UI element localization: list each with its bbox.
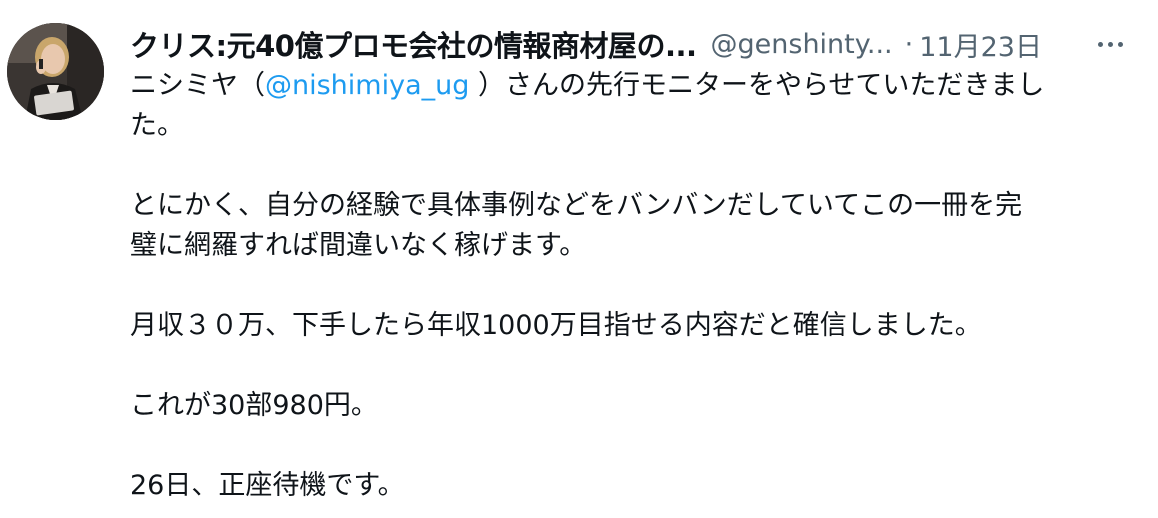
tweet-text: ニシミヤ（@nishimiya_ug ）さんの先行モニターをやらせていただきまし… (130, 66, 1130, 506)
tweet-line: 璧に網羅すれば間違いなく稼げます。 (130, 230, 587, 261)
avatar[interactable] (7, 23, 104, 120)
tweet-line: 26日、正座待機です。 (130, 470, 405, 501)
tweet-text-segment: ）さんの先行モニターをやらせていただきまし (469, 70, 1045, 101)
tweet-card[interactable]: クリス:元40億プロモ会社の情報商材屋の... @genshinty... · … (0, 0, 1158, 518)
display-name[interactable]: クリス:元40億プロモ会社の情報商材屋の... (130, 23, 697, 65)
separator-dot: · (904, 28, 914, 60)
tweet-line: 月収３０万、下手したら年収1000万目指せる内容だと確信しました。 (130, 310, 982, 341)
avatar-photo (7, 23, 104, 120)
tweet-line: た。 (130, 110, 184, 141)
user-handle[interactable]: @genshinty... (711, 29, 893, 60)
tweet-header: クリス:元40億プロモ会社の情報商材屋の... @genshinty... · … (130, 24, 1140, 64)
tweet-date[interactable]: 11月23日 (919, 25, 1042, 64)
tweet-line: これが30部980円。 (130, 390, 378, 421)
tweet-line: とにかく、自分の経験で具体事例などをバンバンだしていてこの一冊を完 (130, 190, 1023, 221)
mention-link[interactable]: @nishimiya_ug (265, 70, 469, 101)
more-horizontal-icon[interactable] (1090, 24, 1130, 64)
tweet-text-segment: ニシミヤ（ (130, 70, 265, 101)
tweet-line: ニシミヤ（@nishimiya_ug ）さんの先行モニターをやらせていただきまし (130, 66, 1130, 106)
